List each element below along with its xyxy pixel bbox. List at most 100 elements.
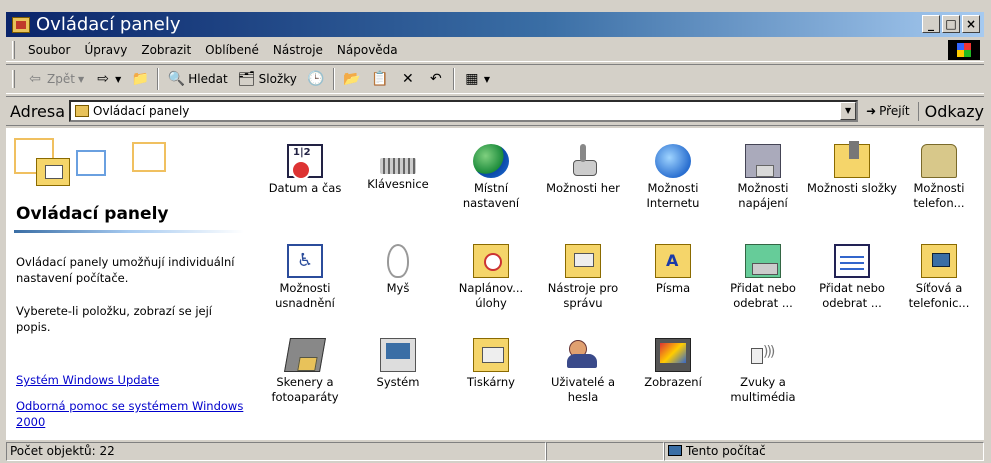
users-icon bbox=[565, 338, 601, 372]
address-field[interactable]: Ovládací panely ▼ bbox=[69, 100, 859, 122]
undo-icon: ↶ bbox=[430, 71, 442, 87]
item-users[interactable]: Uživatelé a hesla bbox=[538, 338, 628, 405]
links-button[interactable]: Odkazy bbox=[917, 101, 984, 121]
back-arrow-icon: ⇦ bbox=[29, 71, 41, 87]
forward-dropdown-icon: ▼ bbox=[115, 74, 122, 84]
fonts-icon bbox=[655, 244, 691, 278]
up-button[interactable]: 📁 bbox=[126, 71, 154, 87]
item-printers[interactable]: Tiskárny bbox=[446, 338, 536, 390]
scheduled-tasks-icon bbox=[473, 244, 509, 278]
search-icon: 🔍 bbox=[167, 71, 185, 87]
item-display[interactable]: Zobrazení bbox=[628, 338, 718, 390]
delete-icon: ✕ bbox=[402, 71, 414, 87]
go-arrow-icon: ➜ bbox=[866, 104, 877, 118]
status-object-count: Počet objektů: 22 bbox=[6, 442, 546, 461]
control-panel-small-icon bbox=[75, 105, 90, 117]
info-pane-hint: Vyberete-li položku, zobrazí se její pop… bbox=[16, 304, 212, 334]
item-mouse[interactable]: Myš bbox=[353, 244, 443, 296]
item-fonts[interactable]: Písma bbox=[628, 244, 718, 296]
control-panel-banner-icon bbox=[14, 138, 174, 198]
computer-icon bbox=[668, 445, 682, 456]
mouse-icon bbox=[387, 244, 409, 278]
menubar-grip[interactable] bbox=[12, 40, 15, 59]
item-scanners[interactable]: Skenery a fotoaparáty bbox=[260, 338, 350, 405]
item-date-time[interactable]: Datum a čas bbox=[260, 144, 350, 196]
toolbar-separator bbox=[332, 68, 335, 90]
item-power-options[interactable]: Možnosti napájení bbox=[718, 144, 808, 211]
item-internet-options[interactable]: Možnosti Internetu bbox=[628, 144, 718, 211]
accessibility-icon bbox=[287, 244, 323, 278]
menu-upravy[interactable]: Úpravy bbox=[77, 43, 134, 57]
power-options-icon bbox=[745, 144, 781, 178]
item-phone-options[interactable]: Možnosti telefon... bbox=[894, 144, 984, 211]
address-label: Adresa bbox=[10, 101, 66, 121]
up-folder-icon: 📁 bbox=[131, 71, 149, 87]
views-dropdown-icon: ▼ bbox=[483, 74, 491, 84]
status-location: Tento počítač bbox=[686, 444, 766, 458]
item-keyboard[interactable]: Klávesnice bbox=[353, 144, 443, 192]
address-dropdown-button[interactable]: ▼ bbox=[840, 102, 857, 120]
address-bar: Adresa Ovládací panely ▼ ➜ Přejít Odkazy bbox=[6, 96, 984, 126]
title-bar[interactable]: Ovládací panely _ □ × bbox=[6, 12, 984, 37]
item-add-remove-programs[interactable]: Přidat nebo odebrat ... bbox=[718, 244, 808, 311]
item-admin-tools[interactable]: Nástroje pro správu bbox=[538, 244, 628, 311]
window-controls: _ □ × bbox=[922, 15, 980, 33]
back-dropdown-icon: ▼ bbox=[77, 74, 85, 84]
item-system[interactable]: Systém bbox=[353, 338, 443, 390]
search-button[interactable]: 🔍 Hledat bbox=[162, 71, 232, 87]
folders-icon: 🗂 bbox=[237, 71, 256, 87]
add-remove-hardware-icon bbox=[834, 244, 870, 278]
item-folder-options[interactable]: Možnosti složky bbox=[807, 141, 897, 196]
menu-bar: Soubor Úpravy Zobrazit Oblíbené Nástroje… bbox=[6, 38, 984, 62]
folders-button[interactable]: 🗂 Složky bbox=[233, 71, 302, 87]
toolbar-separator bbox=[452, 68, 455, 90]
minimize-button[interactable]: _ bbox=[922, 15, 940, 33]
status-zone: Tento počítač bbox=[664, 442, 984, 461]
maximize-button[interactable]: □ bbox=[942, 15, 960, 33]
sounds-icon bbox=[745, 338, 781, 372]
item-network[interactable]: Síťová a telefonic... bbox=[894, 244, 984, 311]
keyboard-icon bbox=[380, 158, 416, 174]
scanner-icon bbox=[284, 338, 326, 372]
move-to-icon: 📂 bbox=[343, 71, 361, 87]
address-value: Ovládací panely bbox=[93, 104, 190, 118]
item-accessibility[interactable]: Možnosti usnadnění bbox=[260, 244, 350, 311]
views-icon: ▦ bbox=[465, 71, 479, 87]
back-button[interactable]: ⇦ Zpět ▼ bbox=[21, 71, 89, 87]
history-button[interactable]: 🕒 bbox=[302, 71, 330, 87]
date-time-icon bbox=[287, 144, 323, 180]
folder-options-icon bbox=[834, 141, 870, 178]
undo-button[interactable]: ↶ bbox=[422, 71, 450, 87]
item-add-remove-hardware[interactable]: Přidat nebo odebrat ... bbox=[807, 244, 897, 311]
delete-button[interactable]: ✕ bbox=[394, 71, 422, 87]
window-title: Ovládací panely bbox=[36, 14, 181, 35]
item-regional-settings[interactable]: Místní nastavení bbox=[446, 144, 536, 211]
support-link[interactable]: Odborná pomoc se systémem Windows 2000 bbox=[16, 398, 248, 430]
menu-zobrazit[interactable]: Zobrazit bbox=[134, 43, 198, 57]
info-pane-description: Ovládací panely umožňují individuální na… bbox=[16, 255, 235, 285]
move-to-button[interactable]: 📂 bbox=[338, 71, 366, 87]
network-icon bbox=[921, 244, 957, 278]
forward-button[interactable]: ⇨ ▼ bbox=[89, 71, 126, 87]
menu-soubor[interactable]: Soubor bbox=[21, 43, 77, 57]
info-pane: Ovládací panely Ovládací panely umožňují… bbox=[6, 128, 254, 440]
item-scheduled-tasks[interactable]: Naplánov... úlohy bbox=[446, 244, 536, 311]
close-button[interactable]: × bbox=[962, 15, 980, 33]
menu-napoveda[interactable]: Nápověda bbox=[330, 43, 405, 57]
system-icon bbox=[380, 338, 416, 372]
standard-toolbar: ⇦ Zpět ▼ ⇨ ▼ 📁 🔍 Hledat 🗂 Složky 🕒 📂 📋 ✕… bbox=[6, 64, 984, 94]
content-area: Ovládací panely Ovládací panely umožňují… bbox=[6, 128, 984, 440]
toolbar-grip[interactable] bbox=[12, 70, 15, 88]
item-game-options[interactable]: Možnosti her bbox=[538, 144, 628, 196]
control-panel-items: Datum a čas Klávesnice Místní nastavení … bbox=[260, 130, 984, 438]
status-bar: Počet objektů: 22 Tento počítač bbox=[6, 442, 984, 463]
item-sounds[interactable]: Zvuky a multimédia bbox=[718, 338, 808, 405]
history-icon: 🕒 bbox=[307, 71, 325, 87]
menu-nastroje[interactable]: Nástroje bbox=[266, 43, 330, 57]
copy-to-button[interactable]: 📋 bbox=[366, 71, 394, 87]
views-button[interactable]: ▦ ▼ bbox=[458, 71, 495, 87]
go-button[interactable]: ➜ Přejít bbox=[866, 104, 910, 118]
explorer-window: Ovládací panely _ □ × Soubor Úpravy Zobr… bbox=[0, 0, 991, 463]
windows-update-link[interactable]: Systém Windows Update bbox=[16, 372, 248, 388]
menu-oblibene[interactable]: Oblíbené bbox=[198, 43, 266, 57]
